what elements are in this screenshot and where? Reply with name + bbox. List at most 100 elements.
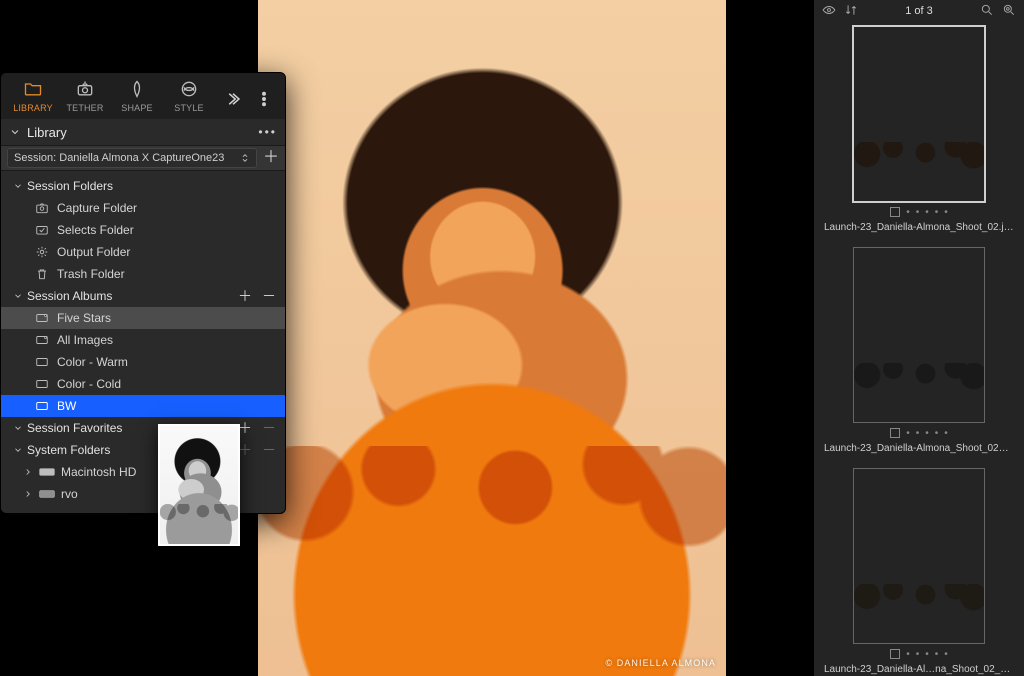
browser-thumbnails[interactable]: ••••• Launch-23_Daniella-Almona_Shoot_02… [814,22,1024,676]
chevron-down-icon [13,291,23,301]
node-label: Color - Cold [57,377,121,391]
group-title: System Folders [27,443,110,457]
drag-preview-image [160,426,238,544]
thumbnail-item[interactable]: ••••• Launch-23_Daniella-Al…na_Shoot_02_… [844,468,994,675]
tab-tether[interactable]: TETHER [59,79,111,119]
album-bw[interactable]: BW [1,395,285,417]
shape-icon [126,79,148,99]
tab-label: TETHER [66,103,103,113]
tool-tabs: LIBRARY TETHER SHAPE STYLE [1,73,285,119]
updown-icon [240,153,250,163]
node-label: All Images [57,333,113,347]
check-folder-icon [35,223,49,237]
tab-shape[interactable]: SHAPE [111,79,163,119]
remove-favorite-button[interactable]: － [259,418,279,438]
remove-album-button[interactable]: － [259,286,279,306]
group-session-albums[interactable]: Session Albums ＋ － [1,285,285,307]
gear-icon [35,245,49,259]
smart-album-icon [35,311,49,325]
album-all-images[interactable]: All Images [1,329,285,351]
rating-dots[interactable]: ••••• [890,206,948,218]
album-icon [35,399,49,413]
chevron-right-icon [23,467,33,477]
thumbnail-filename: Launch-23_Daniella-Al…na_Shoot_02_COLD.j… [824,664,1014,675]
system-folder-rvo[interactable]: rvo [1,483,285,505]
library-section-header[interactable]: Library ••• [1,119,285,145]
camera-icon [35,201,49,215]
folder-output[interactable]: Output Folder [1,241,285,263]
group-system-folders[interactable]: System Folders ＋ － [1,439,285,461]
chevron-right-icon [23,489,33,499]
group-session-folders[interactable]: Session Folders [1,175,285,197]
camera-icon [74,79,96,99]
viewer[interactable]: © DANIELLA ALMONA [258,0,726,676]
style-icon [178,79,200,99]
drive-icon [39,466,55,478]
image-credit: © DANIELLA ALMONA [605,658,716,668]
viewer-image[interactable] [258,0,726,676]
remove-system-folder-button: － [259,440,279,460]
album-color-warm[interactable]: Color - Warm [1,351,285,373]
tab-label: STYLE [174,103,203,113]
node-label: Capture Folder [57,201,137,215]
drag-preview[interactable] [158,424,240,546]
drive-icon [39,488,55,500]
node-label: Output Folder [57,245,130,259]
sort-icon[interactable] [844,3,858,20]
chevron-down-icon [13,423,23,433]
zoom-icon[interactable] [1002,3,1016,20]
section-title: Library [27,125,67,140]
folder-icon [22,79,44,99]
visibility-icon[interactable] [822,3,836,20]
chevron-down-icon [9,126,21,138]
group-session-favorites[interactable]: Session Favorites ＋ － [1,417,285,439]
thumbnail-image[interactable] [853,247,985,423]
thumbnail-image[interactable] [853,468,985,644]
session-selector[interactable]: Session: Daniella Almona X CaptureOne23 [7,148,257,168]
album-icon [35,355,49,369]
folder-trash[interactable]: Trash Folder [1,263,285,285]
rating-dots[interactable]: ••••• [890,427,948,439]
chevron-down-icon [13,181,23,191]
group-title: Session Favorites [27,421,122,435]
browser-panel: 1 of 3 ••••• Launch-23_Daniella-Almona_S… [813,0,1024,676]
thumbnail-item[interactable]: ••••• Launch-23_Daniella-Almona_Shoot_02… [844,26,994,233]
node-label: Five Stars [57,311,111,325]
album-color-cold[interactable]: Color - Cold [1,373,285,395]
tabs-menu-button[interactable] [255,90,273,111]
folder-capture[interactable]: Capture Folder [1,197,285,219]
thumbnail-item[interactable]: ••••• Launch-23_Daniella-Almona_Shoot_02… [844,247,994,454]
node-label: Trash Folder [57,267,125,281]
folder-selects[interactable]: Selects Folder [1,219,285,241]
system-folder-mac[interactable]: Macintosh HD [1,461,285,483]
add-album-button[interactable]: ＋ [235,286,255,306]
session-name: Session: Daniella Almona X CaptureOne23 [14,152,224,164]
rating-dots[interactable]: ••••• [890,648,948,660]
thumbnail-filename: Launch-23_Daniella-Almona_Shoot_02.jpg [824,222,1014,233]
search-icon[interactable] [980,3,994,20]
group-title: Session Albums [27,289,112,303]
node-label: BW [57,399,76,413]
chevron-down-icon [13,445,23,455]
tab-style[interactable]: STYLE [163,79,215,119]
tabs-overflow-button[interactable] [227,90,245,111]
tab-label: LIBRARY [13,103,53,113]
trash-icon [35,267,49,281]
node-label: Color - Warm [57,355,128,369]
node-label: Selects Folder [57,223,134,237]
library-panel: LIBRARY TETHER SHAPE STYLE Library [0,72,286,514]
thumbnail-image[interactable] [853,26,985,202]
smart-album-icon [35,333,49,347]
add-session-button[interactable]: ＋ [263,150,279,166]
library-tree: Session Folders Capture Folder Selects F… [1,171,285,513]
browser-counter: 1 of 3 [866,5,972,17]
album-five-stars[interactable]: Five Stars [1,307,285,329]
thumbnail-filename: Launch-23_Daniella-Almona_Shoot_02_BW.jp… [824,443,1014,454]
album-icon [35,377,49,391]
node-label: rvo [61,487,78,501]
tab-library[interactable]: LIBRARY [7,79,59,119]
node-label: Macintosh HD [61,465,136,479]
tab-label: SHAPE [121,103,152,113]
group-title: Session Folders [27,179,113,193]
section-menu-button[interactable]: ••• [258,125,277,139]
